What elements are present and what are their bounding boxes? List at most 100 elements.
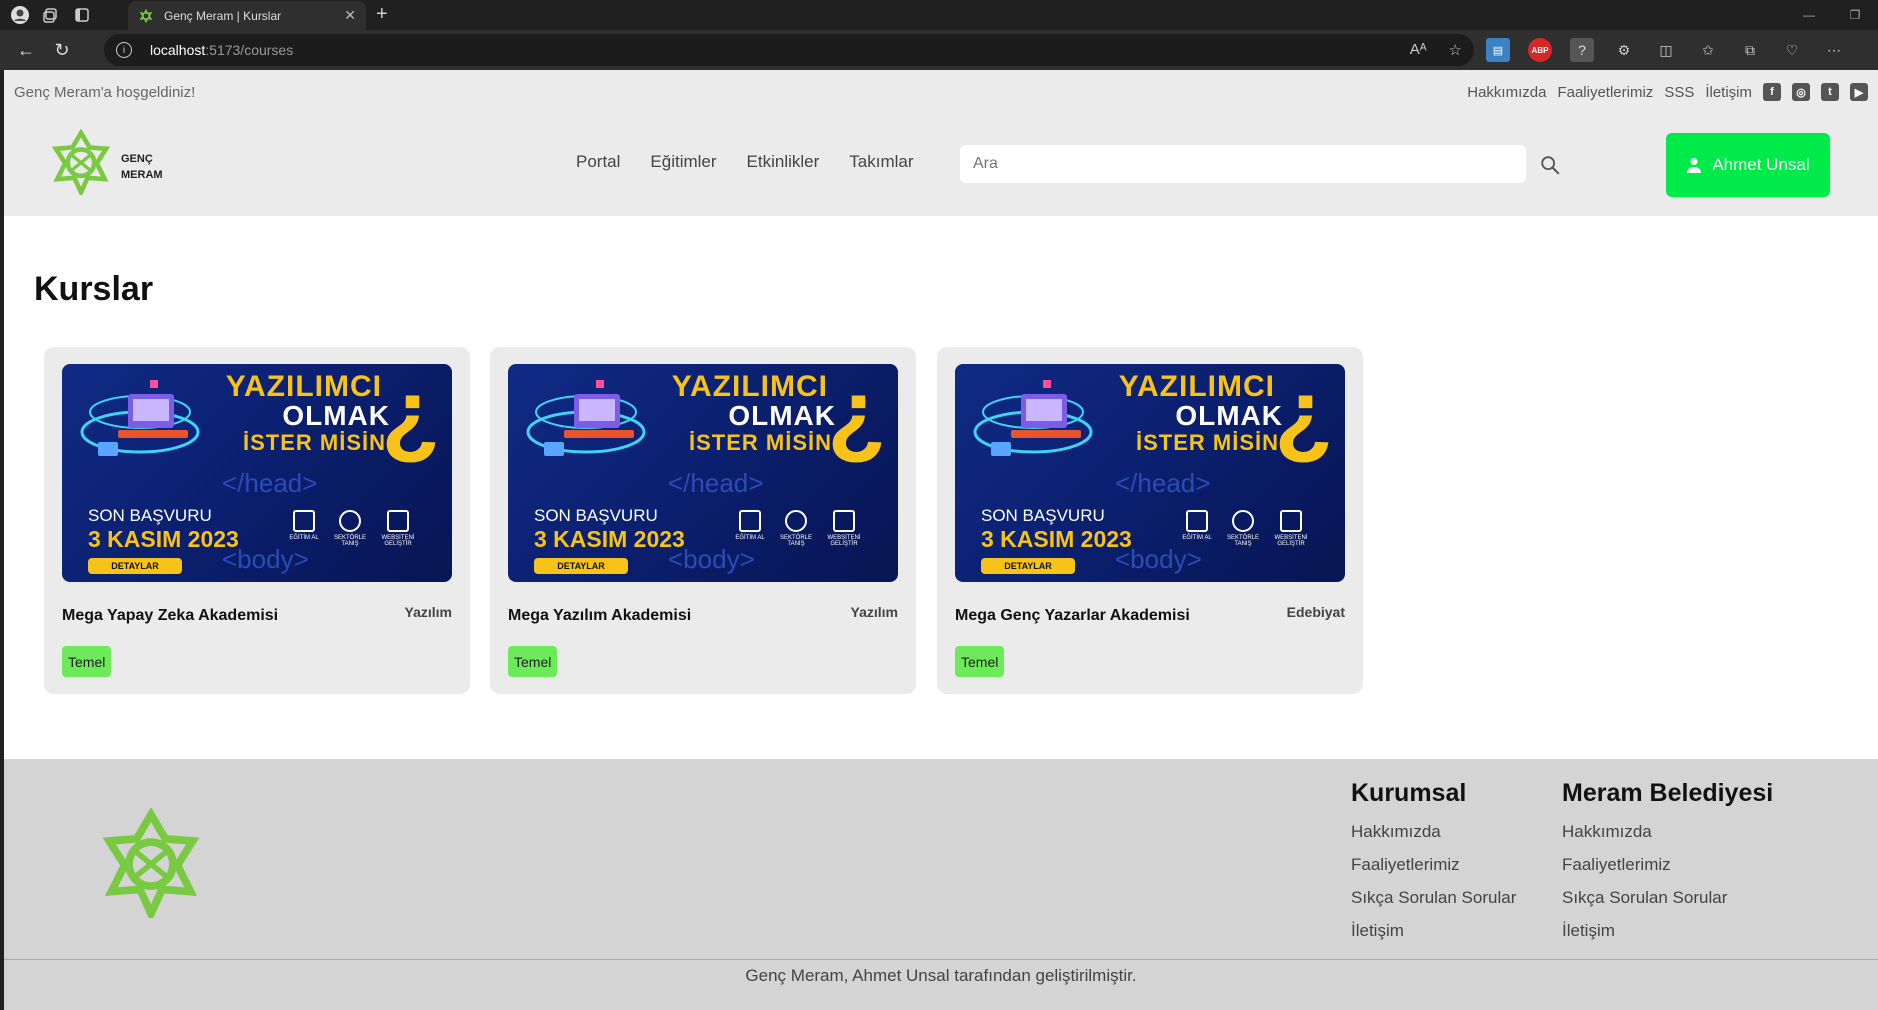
banner-deadline-label: SON BAŞVURU xyxy=(534,506,658,525)
banner-feature-sector: SEKTÖRLE TANIŞ xyxy=(330,510,370,554)
unknown-extension-icon[interactable]: ? xyxy=(1570,38,1594,62)
top-link-contact[interactable]: İletişim xyxy=(1705,84,1752,101)
people-icon xyxy=(1232,510,1254,532)
site-header: GENÇ MERAM Portal Eğitimler Etkinlikler … xyxy=(4,114,1878,216)
banner-feature-training: EĞİTİM AL xyxy=(284,510,324,554)
banner-question-mark: ¿ xyxy=(381,364,440,467)
nav-events[interactable]: Etkinlikler xyxy=(747,152,820,172)
health-icon[interactable]: ♡ xyxy=(1780,38,1804,62)
banner-line-2: OLMAK xyxy=(282,400,390,431)
info-icon[interactable]: i xyxy=(116,42,132,58)
people-icon xyxy=(339,510,361,532)
banner-feature-sector: SEKTÖRLE TANIŞ xyxy=(1223,510,1263,554)
extensions-bar: ▤ ABP ? ⚙ ◫ ✩ ⧉ ♡ ⋯ xyxy=(1486,38,1846,62)
footer-link-about[interactable]: Hakkımızda xyxy=(1351,822,1516,842)
banner-feature-label: EĞİTİM AL xyxy=(735,535,765,541)
banner-feature-website: WEBSİTENİ GELİŞTİR xyxy=(378,510,418,554)
footer-link-activities[interactable]: Faaliyetlerimiz xyxy=(1562,855,1773,875)
split-screen-icon[interactable]: ◫ xyxy=(1654,38,1678,62)
profile-icon[interactable] xyxy=(9,4,31,26)
banner-code-head: </head> xyxy=(1115,468,1211,498)
banner-feature-website: WEBSİTENİ GELİŞTİR xyxy=(824,510,864,554)
banner-feature-label: SEKTÖRLE TANIŞ xyxy=(779,535,812,547)
footer-link-contact[interactable]: İletişim xyxy=(1351,921,1516,941)
code-window-icon xyxy=(387,510,409,532)
course-card[interactable]: YAZILIMCI OLMAK İSTER MİSİN ¿ </head> <b… xyxy=(44,347,470,694)
banner-question-mark: ¿ xyxy=(827,364,886,467)
banner-deadline-label: SON BAŞVURU xyxy=(88,506,212,525)
site-footer: Kurumsal Hakkımızda Faaliyetlerimiz Sıkç… xyxy=(4,759,1878,1010)
favorites-icon[interactable]: ✩ xyxy=(1696,38,1720,62)
course-banner: YAZILIMCI OLMAK İSTER MİSİN ¿ </head> <b… xyxy=(955,364,1345,582)
restore-icon[interactable]: ❐ xyxy=(1832,0,1878,30)
banner-feature-training: EĞİTİM AL xyxy=(730,510,770,554)
top-link-faq[interactable]: SSS xyxy=(1664,84,1694,101)
code-window-icon xyxy=(833,510,855,532)
code-window-icon xyxy=(1280,510,1302,532)
banner-line-1: YAZILIMCI xyxy=(671,370,828,403)
refresh-icon[interactable]: ↻ xyxy=(44,34,80,66)
footer-heading: Kurumsal xyxy=(1351,779,1467,807)
top-info-bar: Genç Meram'a hoşgeldiniz! Hakkımızda Faa… xyxy=(4,70,1878,114)
course-card[interactable]: YAZILIMCI OLMAK İSTER MİSİN ¿ </head> <b… xyxy=(490,347,916,694)
footer-column-municipality: Meram Belediyesi Hakkımızda Faaliyetleri… xyxy=(1562,779,1773,954)
back-icon[interactable]: ← xyxy=(8,34,44,66)
url-field[interactable]: i localhost:5173/courses Aᴬ ☆ xyxy=(104,34,1474,66)
course-banner: YAZILIMCI OLMAK İSTER MİSİN ¿ </head> <b… xyxy=(508,364,898,582)
page-title: Kurslar xyxy=(34,270,154,308)
banner-details-button: DETAYLAR xyxy=(534,558,628,574)
collections-icon[interactable]: ⧉ xyxy=(1738,38,1762,62)
footer-column-corporate: Kurumsal Hakkımızda Faaliyetlerimiz Sıkç… xyxy=(1351,779,1516,954)
url-host: localhost xyxy=(150,42,206,58)
browser-tab-active[interactable]: Genç Meram | Kurslar ✕ xyxy=(128,1,366,30)
footer-link-contact[interactable]: İletişim xyxy=(1562,921,1773,941)
banner-feature-sector: SEKTÖRLE TANIŞ xyxy=(776,510,816,554)
banner-feature-label: EĞİTİM AL xyxy=(289,535,319,541)
twitter-icon[interactable]: t xyxy=(1821,83,1839,101)
footer-link-about[interactable]: Hakkımızda xyxy=(1562,822,1773,842)
banner-feature-label: SEKTÖRLE TANIŞ xyxy=(1226,535,1259,547)
extensions-icon[interactable]: ⚙ xyxy=(1612,38,1636,62)
book-icon xyxy=(1186,510,1208,532)
facebook-icon[interactable]: f xyxy=(1763,83,1781,101)
search-icon[interactable] xyxy=(1539,154,1561,176)
main-nav: Portal Eğitimler Etkinlikler Takımlar xyxy=(576,152,914,172)
banner-feature-label: WEBSİTENİ GELİŞTİR xyxy=(381,535,415,547)
banner-deadline-date: 3 KASIM 2023 xyxy=(88,526,239,552)
instagram-icon[interactable]: ◎ xyxy=(1792,83,1810,101)
genc-meram-favicon xyxy=(139,8,153,23)
banner-feature-website: WEBSİTENİ GELİŞTİR xyxy=(1271,510,1311,554)
welcome-text: Genç Meram'a hoşgeldiniz! xyxy=(14,83,196,101)
tab-close-icon[interactable]: ✕ xyxy=(344,7,356,24)
developer-illustration xyxy=(526,380,646,456)
more-icon[interactable]: ⋯ xyxy=(1822,38,1846,62)
footer-link-activities[interactable]: Faaliyetlerimiz xyxy=(1351,855,1516,875)
nav-portal[interactable]: Portal xyxy=(576,152,620,172)
top-link-activities[interactable]: Faaliyetlerimiz xyxy=(1557,84,1653,101)
youtube-icon[interactable]: ▶ xyxy=(1850,83,1868,101)
favorite-icon[interactable]: ☆ xyxy=(1449,41,1462,59)
user-name: Ahmet Unsal xyxy=(1712,155,1810,174)
nav-trainings[interactable]: Eğitimler xyxy=(650,152,716,172)
footer-logo[interactable] xyxy=(96,808,206,918)
genc-meram-logo[interactable] xyxy=(48,129,114,195)
course-title: Mega Yazılım Akademisi xyxy=(508,607,692,624)
translate-extension-icon[interactable]: ▤ xyxy=(1486,38,1510,62)
minimize-icon[interactable]: — xyxy=(1786,0,1832,30)
tab-actions-icon[interactable] xyxy=(71,4,93,26)
search-input[interactable] xyxy=(960,145,1526,183)
course-category: Yazılım xyxy=(850,604,898,620)
nav-teams[interactable]: Takımlar xyxy=(849,152,913,172)
footer-link-faq[interactable]: Sıkça Sorulan Sorular xyxy=(1562,888,1773,908)
banner-question-mark: ¿ xyxy=(1274,364,1333,467)
banner-line-2: OLMAK xyxy=(1175,400,1283,431)
developer-illustration xyxy=(973,380,1093,456)
user-account-button[interactable]: Ahmet Unsal xyxy=(1666,133,1830,197)
top-link-about[interactable]: Hakkımızda xyxy=(1467,84,1546,101)
new-tab-icon[interactable]: + xyxy=(376,4,388,24)
workspaces-icon[interactable] xyxy=(40,4,62,26)
read-aloud-icon[interactable]: Aᴬ xyxy=(1410,41,1427,59)
course-card[interactable]: YAZILIMCI OLMAK İSTER MİSİN ¿ </head> <b… xyxy=(937,347,1363,694)
adblock-extension-icon[interactable]: ABP xyxy=(1528,38,1552,62)
footer-link-faq[interactable]: Sıkça Sorulan Sorular xyxy=(1351,888,1516,908)
